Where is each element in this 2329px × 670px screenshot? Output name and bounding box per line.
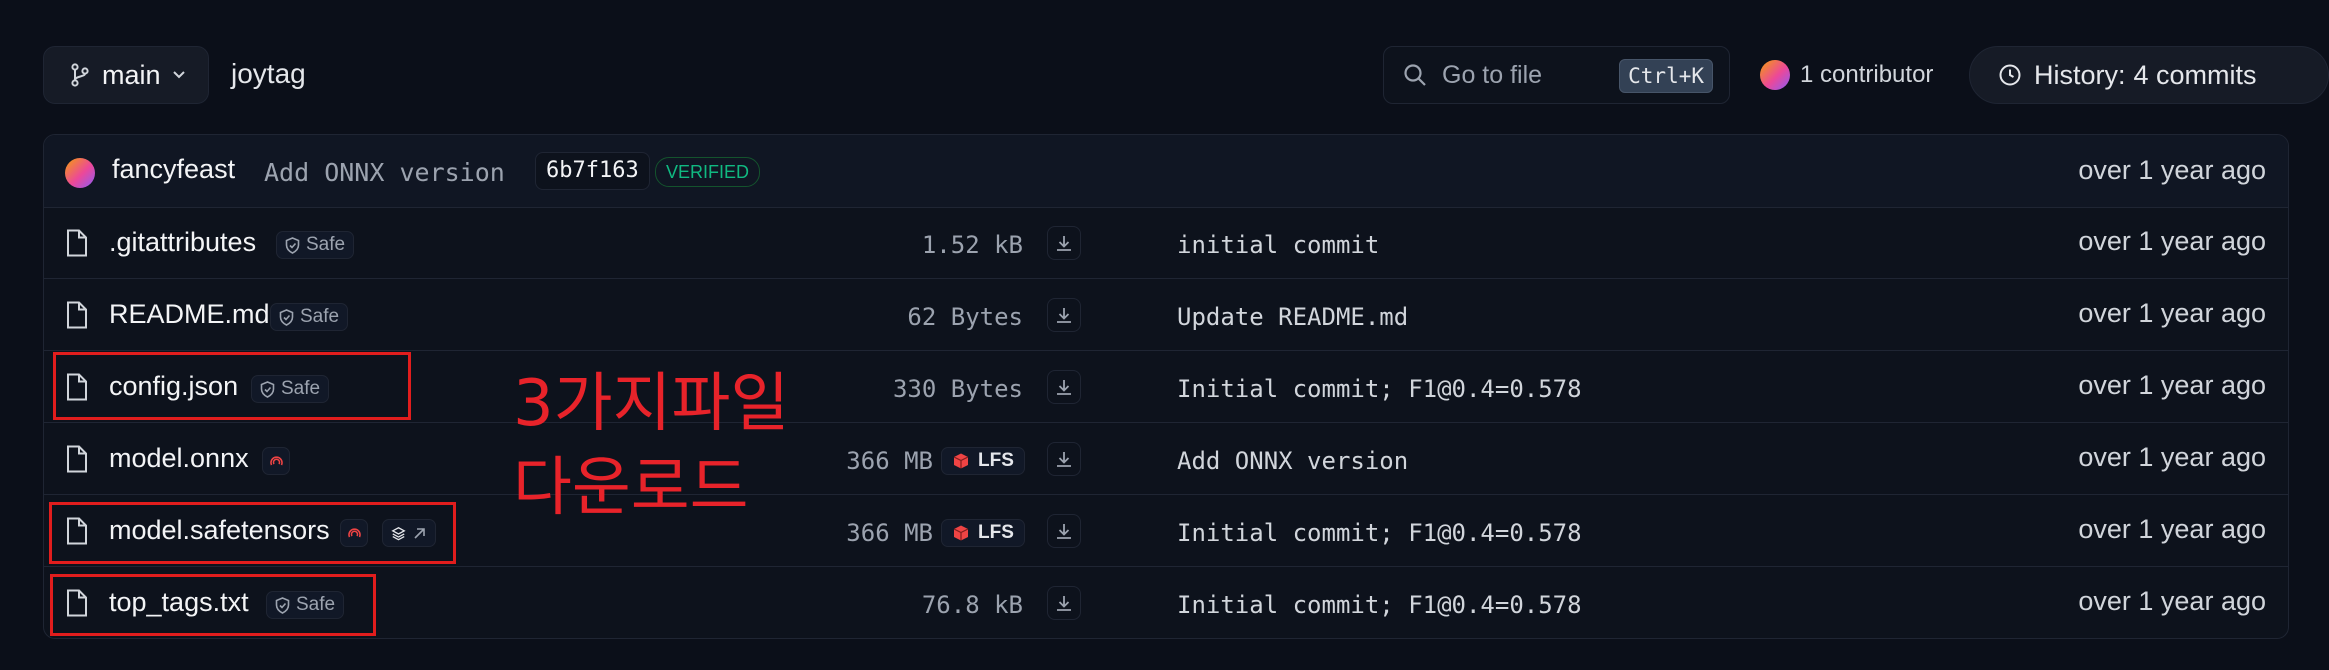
search-icon xyxy=(1404,64,1426,86)
file-size: 366 MB xyxy=(846,519,933,547)
branch-name: main xyxy=(102,59,161,90)
lfs-icon xyxy=(953,525,969,541)
safe-label: Safe xyxy=(306,234,346,255)
scan-badge xyxy=(262,447,290,475)
contributors-link[interactable]: 1 contributor xyxy=(1760,60,1933,90)
safe-badge: Safe xyxy=(270,303,349,331)
branch-selector[interactable]: main xyxy=(43,46,209,104)
go-to-file-placeholder: Go to file xyxy=(1442,60,1543,89)
history-label: History: xyxy=(2034,59,2126,90)
download-icon xyxy=(1057,596,1071,611)
file-commit-message[interactable]: Update README.md xyxy=(1177,303,1408,331)
lfs-icon xyxy=(953,453,969,469)
table-row: model.onnx 366 MB LFS Add ONNX version o… xyxy=(44,423,2288,495)
file-commit-message[interactable]: Add ONNX version xyxy=(1177,447,1408,475)
download-icon xyxy=(1057,308,1071,323)
annotation-box-config xyxy=(53,352,411,420)
annotation-line-1: 3가지파일 xyxy=(513,367,790,441)
scan-icon xyxy=(269,455,283,465)
file-size: 76.8 kB xyxy=(921,591,1023,619)
download-button[interactable] xyxy=(1047,226,1081,260)
author-avatar xyxy=(65,158,95,188)
file-size: 330 Bytes xyxy=(892,375,1023,403)
branch-icon xyxy=(71,63,89,87)
download-icon xyxy=(1057,524,1071,539)
file-commit-time: over 1 year ago xyxy=(2078,226,2266,256)
commit-message[interactable]: Add ONNX version xyxy=(264,158,505,187)
safe-label: Safe xyxy=(300,306,340,327)
file-commit-message[interactable]: Initial commit; F1@0.4=0.578 xyxy=(1177,375,1582,403)
file-commit-message[interactable]: initial commit xyxy=(1177,231,1379,259)
lfs-badge: LFS xyxy=(941,447,1025,475)
file-commit-time: over 1 year ago xyxy=(2078,370,2266,400)
contributor-avatar xyxy=(1760,60,1790,90)
file-name[interactable]: .gitattributes xyxy=(109,227,256,258)
table-row: .gitattributes Safe 1.52 kB initial comm… xyxy=(44,207,2288,279)
download-button[interactable] xyxy=(1047,370,1081,404)
download-icon xyxy=(1057,452,1071,467)
commit-sha[interactable]: 6b7f163 xyxy=(535,152,650,190)
file-commit-time: over 1 year ago xyxy=(2078,298,2266,328)
verified-badge: VERIFIED xyxy=(655,157,761,187)
download-icon xyxy=(1057,380,1071,395)
file-commit-time: over 1 year ago xyxy=(2078,442,2266,472)
file-size: 62 Bytes xyxy=(907,303,1023,331)
download-button[interactable] xyxy=(1047,514,1081,548)
clock-icon xyxy=(1999,64,2021,86)
download-button[interactable] xyxy=(1047,586,1081,620)
file-icon xyxy=(67,301,87,329)
go-to-file-input[interactable]: Go to file Ctrl+K xyxy=(1383,46,1730,104)
chevron-down-icon xyxy=(172,71,185,79)
file-size: 366 MB xyxy=(846,447,933,475)
annotation-box-toptags xyxy=(50,574,376,636)
shortcut-key: Ctrl+K xyxy=(1619,59,1713,93)
contributors-label: 1 contributor xyxy=(1800,61,1934,88)
table-row: README.md Safe 62 Bytes Update README.md… xyxy=(44,279,2288,351)
file-commit-time: over 1 year ago xyxy=(2078,586,2266,616)
file-icon xyxy=(67,229,87,257)
safe-badge: Safe xyxy=(276,231,355,259)
file-commit-message[interactable]: Initial commit; F1@0.4=0.578 xyxy=(1177,591,1582,619)
annotation-note: 3가지파일 다운로드 xyxy=(513,362,813,530)
lfs-label: LFS xyxy=(978,450,1014,471)
repo-name: joytag xyxy=(231,58,306,89)
last-commit-header: fancyfeast Add ONNX version 6b7f163 VERI… xyxy=(44,135,2288,208)
shield-icon xyxy=(285,236,300,254)
file-size: 1.52 kB xyxy=(921,231,1023,259)
file-name[interactable]: README.md xyxy=(109,299,270,330)
table-row: top_tags.txt Safe 76.8 kB Initial commit… xyxy=(44,567,2288,638)
download-button[interactable] xyxy=(1047,298,1081,332)
lfs-label: LFS xyxy=(978,522,1014,543)
lfs-badge: LFS xyxy=(941,519,1025,547)
annotation-box-safetensors xyxy=(49,502,456,564)
file-commit-message[interactable]: Initial commit; F1@0.4=0.578 xyxy=(1177,519,1582,547)
download-icon xyxy=(1057,236,1071,251)
repo-toolbar: main joytag Go to file Ctrl+K 1 contribu… xyxy=(43,46,2329,106)
download-button[interactable] xyxy=(1047,442,1081,476)
commit-time: over 1 year ago xyxy=(2078,155,2266,185)
annotation-line-2: 다운로드 xyxy=(513,451,749,525)
file-name[interactable]: model.onnx xyxy=(109,443,249,474)
file-commit-time: over 1 year ago xyxy=(2078,514,2266,544)
shield-icon xyxy=(279,308,294,326)
file-icon xyxy=(67,445,87,473)
history-count: 4 commits xyxy=(2133,59,2257,90)
commit-author[interactable]: fancyfeast xyxy=(112,154,235,185)
history-button[interactable]: History: 4 commits xyxy=(1969,46,2329,104)
